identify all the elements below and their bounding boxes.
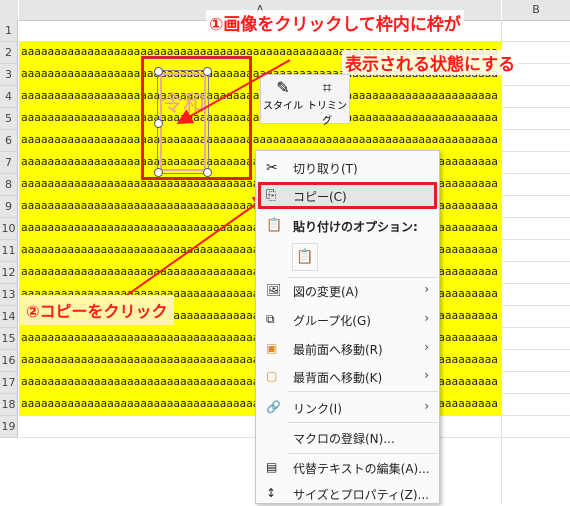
menu-separator <box>288 422 438 423</box>
clipboard-icon: 📋 <box>296 249 314 265</box>
menu-item-group[interactable]: ⧉ グループ化(G) › <box>256 307 439 332</box>
chevron-right-icon: › <box>424 311 429 325</box>
picture-icon: 🖼 <box>266 283 282 297</box>
menu-item-alt-text[interactable]: ▤ 代替テキストの編集(A)... <box>256 455 439 480</box>
chevron-right-icon: › <box>424 399 429 413</box>
chevron-right-icon: › <box>424 340 429 354</box>
link-icon: 🔗 <box>266 400 281 414</box>
group-icon: ⧉ <box>266 312 275 326</box>
context-menu: ✂ 切り取り(T) ⎘ コピー(C) 📋 貼り付けのオプション: 📋 🖼 図の変… <box>255 150 440 504</box>
menu-item-bring-front[interactable]: ▣ 最前面へ移動(R) › <box>256 336 439 361</box>
menu-separator <box>288 453 438 454</box>
scissors-icon: ✂ <box>266 160 278 176</box>
instruction-callout-2: ②コピーをクリック <box>20 295 174 325</box>
chevron-right-icon: › <box>424 282 429 296</box>
menu-item-cut[interactable]: ✂ 切り取り(T) <box>256 155 439 180</box>
paste-option-button[interactable]: 📋 <box>292 243 318 271</box>
menu-item-send-back[interactable]: ▢ 最背面へ移動(K) › <box>256 364 439 389</box>
menu-item-assign-macro[interactable]: マクロの登録(N)... <box>256 425 439 450</box>
arrow-to-image <box>176 59 291 124</box>
menu-separator <box>288 391 438 392</box>
menu-heading-paste-options: 📋 貼り付けのオプション: <box>266 218 418 234</box>
menu-item-size-properties[interactable]: ↕ サイズとプロパティ(Z)... <box>256 481 439 506</box>
chevron-right-icon: › <box>424 368 429 382</box>
copy-highlight-box <box>258 182 437 209</box>
send-back-icon: ▢ <box>266 369 278 383</box>
menu-item-link[interactable]: 🔗 リンク(I) › <box>256 395 439 420</box>
bring-front-icon: ▣ <box>266 341 278 355</box>
menu-item-change-picture[interactable]: 🖼 図の変更(A) › <box>256 278 439 303</box>
paste-icon: 📋 <box>266 218 283 233</box>
alt-text-icon: ▤ <box>266 460 278 474</box>
size-icon: ↕ <box>266 486 277 500</box>
arrow-to-copy <box>119 194 270 301</box>
